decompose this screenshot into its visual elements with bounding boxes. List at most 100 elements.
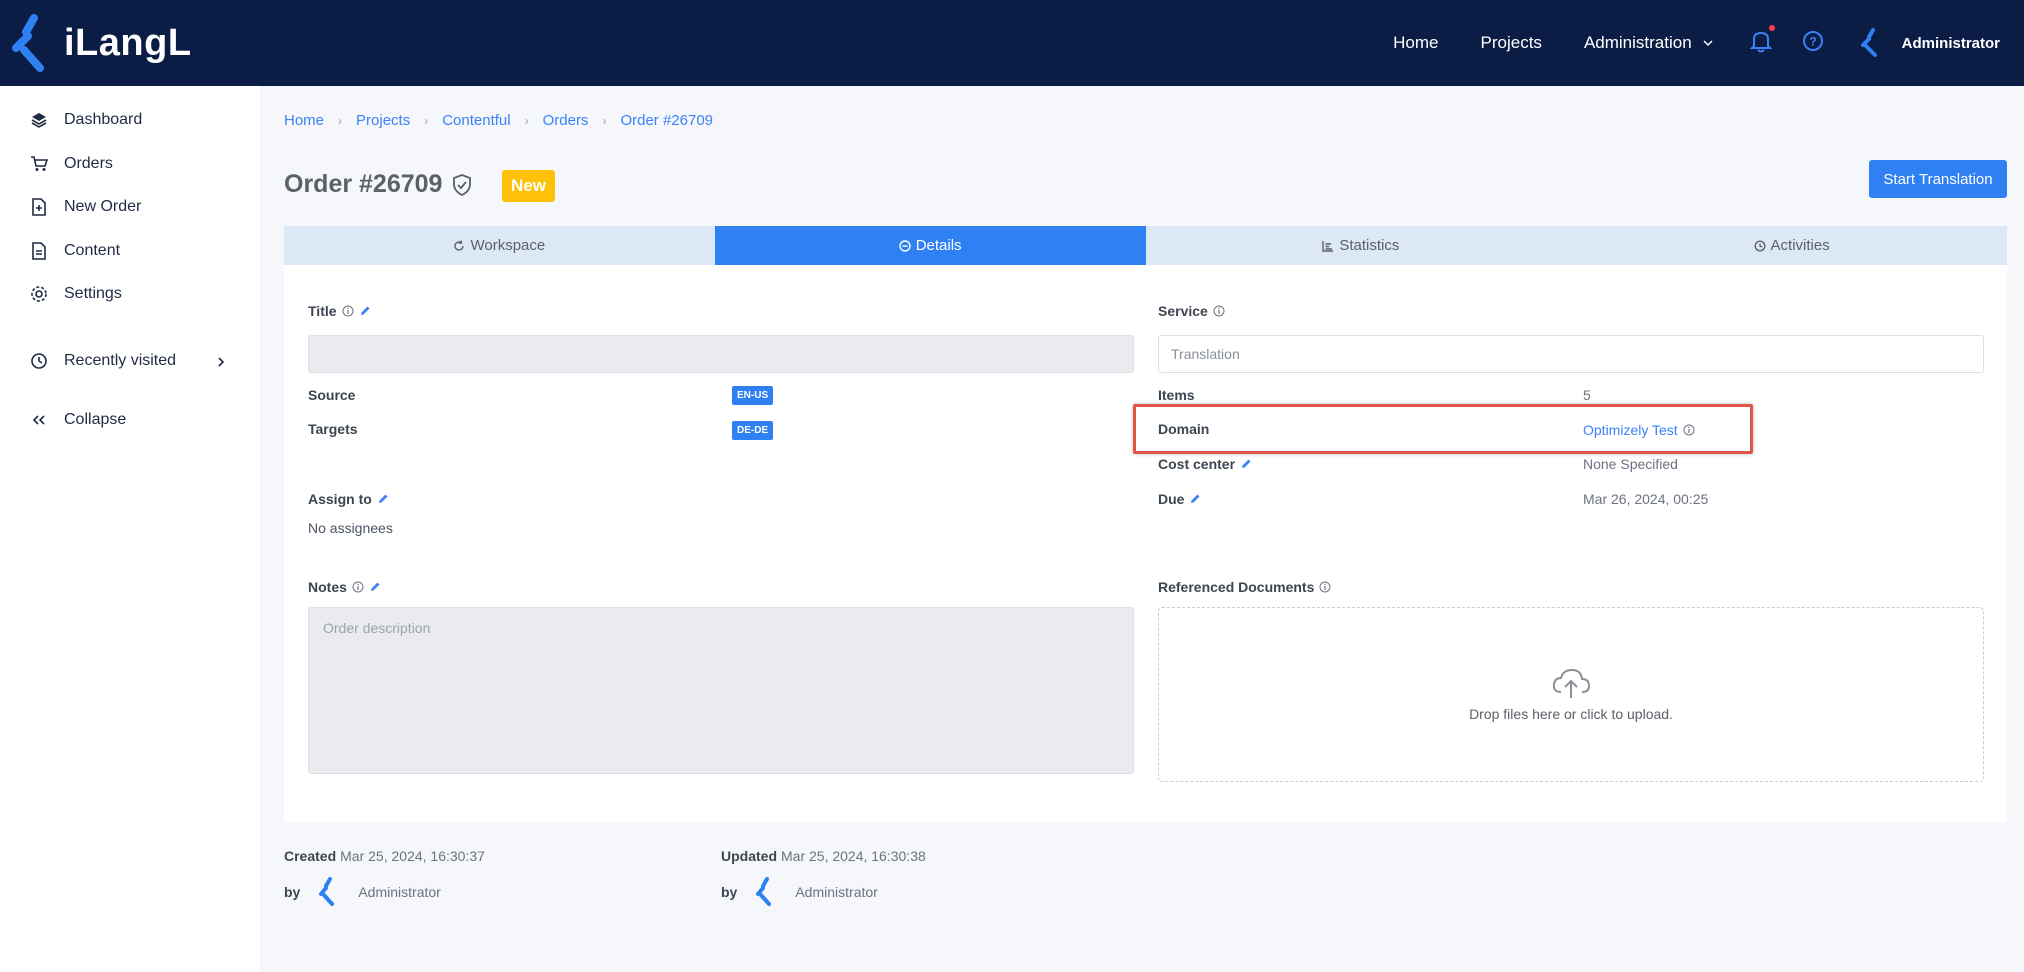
file-dropzone[interactable]: Drop files here or click to upload. — [1158, 607, 1984, 782]
avatar — [1860, 28, 1877, 57]
breadcrumb-separator: › — [338, 113, 343, 128]
source-language-tag: EN-US — [732, 386, 774, 405]
notes-label: Notes — [308, 579, 381, 595]
top-nav: Home Projects Administration ? Administr… — [1393, 0, 2024, 86]
tab-label: Workspace — [470, 237, 546, 254]
due-label: Due — [1158, 491, 1201, 507]
by-label: by — [284, 884, 301, 900]
sidebar-item-recently-visited[interactable]: Recently visited — [28, 350, 176, 372]
tab-details[interactable]: Details — [714, 226, 1146, 265]
refresh-icon — [454, 239, 465, 251]
breadcrumb-projects[interactable]: Projects — [356, 112, 410, 129]
sidebar-item-label: Recently visited — [64, 352, 177, 369]
avatar — [319, 877, 335, 906]
breadcrumb: Home › Projects › Contentful › Orders › … — [284, 112, 713, 129]
service-input[interactable]: Translation — [1158, 335, 1984, 373]
breadcrumb-orders[interactable]: Orders — [543, 112, 589, 129]
title-input[interactable] — [308, 335, 1134, 373]
sidebar-item-label: Collapse — [64, 411, 127, 428]
notifications-button[interactable] — [1749, 24, 1775, 58]
notification-dot — [1768, 24, 1775, 31]
title-label: Title — [308, 303, 371, 319]
tab-bar: Workspace Details Statistics Activities — [284, 226, 2007, 265]
gear-icon — [28, 283, 50, 305]
help-icon: ? — [1802, 30, 1823, 51]
created-by: by Administrator — [284, 877, 441, 907]
sidebar-item-collapse[interactable]: Collapse — [28, 409, 126, 431]
domain-highlight-box — [1133, 404, 1753, 454]
nav-projects[interactable]: Projects — [1481, 33, 1542, 53]
breadcrumb-order[interactable]: Order #26709 — [620, 112, 713, 129]
sidebar-item-label: Settings — [64, 285, 122, 302]
created-by-user[interactable]: Administrator — [358, 884, 440, 900]
shield-check-icon — [453, 173, 472, 196]
breadcrumb-separator: › — [602, 113, 607, 128]
new-file-icon — [28, 196, 50, 218]
created-meta: Created Mar 25, 2024, 16:30:37 — [284, 848, 485, 864]
nav-administration[interactable]: Administration — [1584, 33, 1714, 53]
sidebar-item-content[interactable]: Content — [28, 240, 120, 262]
status-badge: New — [502, 170, 555, 202]
tab-activities[interactable]: Activities — [1576, 226, 2007, 265]
tab-label: Activities — [1770, 237, 1830, 254]
service-label: Service — [1158, 303, 1225, 319]
updated-label: Updated — [721, 848, 777, 864]
sidebar-item-label: Dashboard — [64, 111, 143, 128]
info-icon — [342, 305, 354, 317]
cost-center-label: Cost center — [1158, 456, 1252, 472]
pencil-icon[interactable] — [359, 305, 371, 317]
history-icon — [1754, 239, 1766, 252]
tab-statistics[interactable]: Statistics — [1145, 226, 1577, 265]
app-logo[interactable]: iLangL — [12, 12, 192, 74]
assign-label-text: Assign to — [308, 491, 372, 507]
source-label: Source — [308, 387, 356, 403]
referenced-documents-label-text: Referenced Documents — [1158, 579, 1315, 595]
breadcrumb-contentful[interactable]: Contentful — [442, 112, 510, 129]
dropzone-text: Drop files here or click to upload. — [1469, 705, 1673, 722]
chevron-right-icon[interactable] — [216, 356, 226, 368]
created-value: Mar 25, 2024, 16:30:37 — [340, 848, 485, 864]
help-button[interactable]: ? — [1802, 30, 1824, 57]
cloud-upload-icon — [1552, 668, 1591, 698]
tab-label: Details — [915, 237, 962, 254]
service-label-text: Service — [1158, 303, 1208, 319]
pencil-icon[interactable] — [1240, 458, 1252, 470]
tab-workspace[interactable]: Workspace — [284, 226, 715, 265]
target-language-tag: DE-DE — [732, 421, 774, 440]
due-label-text: Due — [1158, 491, 1185, 507]
info-icon — [1213, 305, 1225, 317]
updated-by-user[interactable]: Administrator — [795, 884, 877, 900]
double-chevron-left-icon — [28, 409, 50, 431]
chart-icon — [1322, 240, 1334, 252]
history-icon — [28, 350, 50, 372]
nav-home[interactable]: Home — [1393, 33, 1438, 53]
document-icon — [28, 240, 50, 262]
breadcrumb-home[interactable]: Home — [284, 112, 324, 129]
pencil-icon[interactable] — [377, 493, 389, 505]
sidebar-item-orders[interactable]: Orders — [28, 153, 113, 175]
page-title: Order #26709 — [284, 170, 443, 198]
user-menu[interactable]: Administrator — [1860, 28, 2000, 58]
created-label: Created — [284, 848, 337, 864]
notes-textarea[interactable]: Order description — [308, 607, 1134, 774]
tab-label: Statistics — [1339, 237, 1400, 254]
due-value: Mar 26, 2024, 00:25 — [1583, 491, 1709, 507]
nav-administration-label: Administration — [1583, 33, 1692, 52]
sidebar-item-new-order[interactable]: New Order — [28, 196, 141, 218]
pencil-icon[interactable] — [1189, 493, 1201, 505]
minus-circle-icon — [898, 239, 911, 252]
breadcrumb-separator: › — [424, 113, 429, 128]
svg-text:?: ? — [1809, 34, 1816, 48]
sidebar: Dashboard Orders New Order Content Setti… — [0, 86, 260, 972]
sidebar-item-settings[interactable]: Settings — [28, 283, 122, 305]
items-value: 5 — [1583, 387, 1591, 403]
start-translation-button[interactable]: Start Translation — [1869, 160, 2007, 198]
avatar — [756, 877, 772, 906]
cost-center-value: None Specified — [1583, 456, 1678, 472]
cart-icon — [28, 153, 50, 175]
pencil-icon[interactable] — [369, 581, 381, 593]
sidebar-item-dashboard[interactable]: Dashboard — [28, 109, 142, 131]
sidebar-item-label: Orders — [64, 155, 113, 172]
info-icon — [1319, 581, 1331, 593]
top-bar: iLangL Home Projects Administration ? Ad… — [0, 0, 2024, 86]
